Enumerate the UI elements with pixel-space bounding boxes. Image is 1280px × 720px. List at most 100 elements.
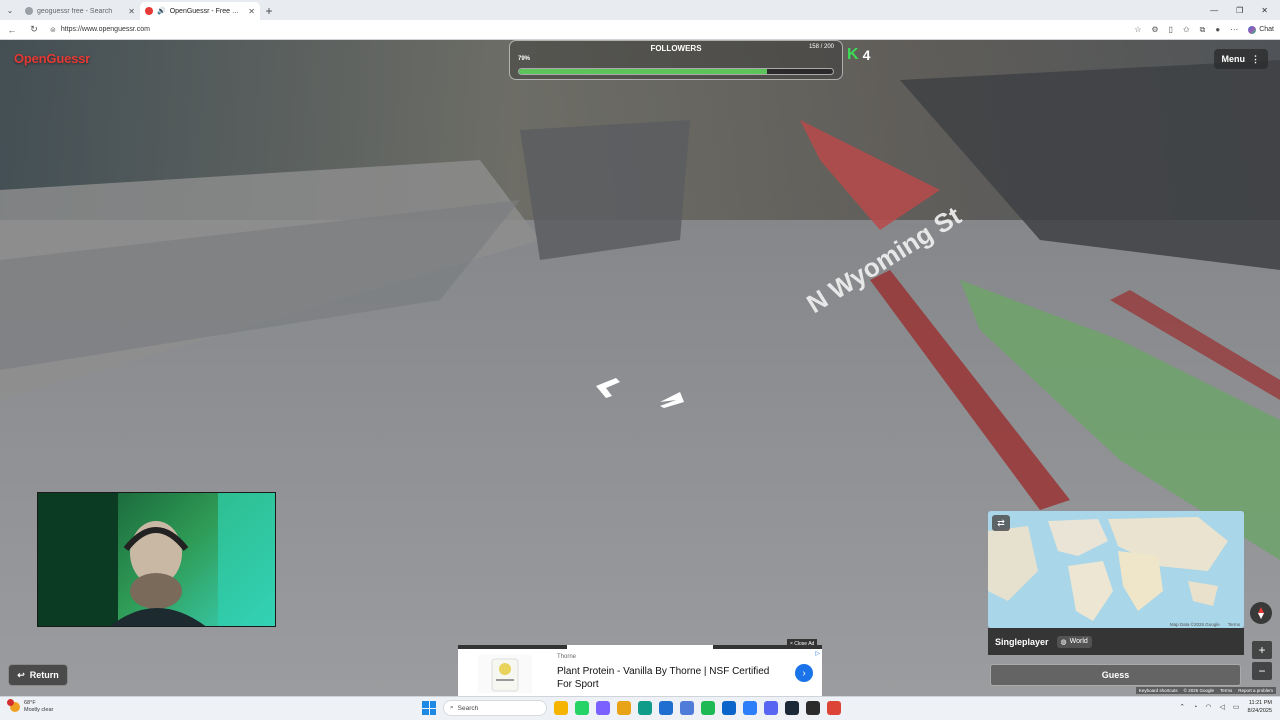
system-tray: ⌃ ◔ ◠ ◁ ▭ 11:21 PM 8/24/2025 — [1179, 699, 1272, 715]
taskbar-apps: ⌕ Search — [422, 700, 841, 716]
network-icon[interactable]: ◔ — [1193, 704, 1197, 711]
minimize-icon[interactable]: — — [1210, 6, 1218, 15]
globe-icon: ◍ — [1060, 638, 1067, 646]
url-field[interactable]: ⊜ https://www.openguessr.com — [50, 23, 1124, 37]
webcam-person-image — [38, 493, 275, 626]
kick-logo-icon: K — [847, 46, 859, 63]
clock-date: 8/24/2025 — [1247, 708, 1272, 714]
zoom-out-button[interactable]: − — [1252, 662, 1272, 680]
keyboard-shortcuts-link[interactable]: Keyboard shortcuts — [1139, 688, 1178, 693]
close-window-icon[interactable]: ✕ — [1261, 6, 1268, 15]
favorites-icon[interactable]: ✩ — [1183, 25, 1190, 34]
volume-icon[interactable]: ◁ — [1220, 703, 1225, 711]
expand-map-button[interactable]: ⇄ — [992, 515, 1010, 531]
back-icon[interactable]: ← — [6, 25, 18, 35]
ad-choices-icon[interactable]: ▷ — [815, 650, 820, 657]
openguessr-logo: OpenGuessr — [14, 51, 91, 66]
taskbar-search[interactable]: ⌕ Search — [443, 700, 547, 716]
streak-badge: K 4 — [847, 46, 870, 64]
start-button[interactable] — [422, 701, 436, 715]
weather-moon-icon — [7, 699, 20, 712]
game-viewport[interactable]: N Wyoming St OpenGuessr FOLLOWERS 79% 15… — [0, 40, 1280, 696]
favorite-star-icon[interactable]: ☆ — [1134, 25, 1141, 34]
map-terms-link[interactable]: Terms — [1228, 622, 1240, 627]
ad-title[interactable]: Plant Protein - Vanilla By Thorne | NSF … — [557, 665, 787, 691]
weather-temp: 68°F — [24, 700, 36, 706]
world-map-image — [988, 511, 1244, 628]
speaker-icon[interactable]: 🔊 — [157, 7, 166, 15]
weather-text: 68°F Mostly clear — [24, 700, 53, 714]
guess-map[interactable]: ⇄ Map Data ©2025 Google Terms — [988, 511, 1244, 628]
site-info-icon[interactable]: ⊜ — [50, 26, 56, 34]
map-data-label: Map Data ©2025 Google — [1169, 622, 1220, 627]
outlook-icon[interactable] — [722, 701, 736, 715]
tab-search[interactable]: geoguessr free - Search ✕ — [20, 2, 140, 20]
compass-icon[interactable] — [1250, 602, 1272, 624]
close-tab-icon[interactable]: ✕ — [128, 7, 135, 16]
extensions-icon[interactable]: ⚙ — [1151, 25, 1158, 34]
steam-icon[interactable] — [785, 701, 799, 715]
advertisement-banner[interactable]: Thorne Plant Protein - Vanilla By Thorne… — [458, 645, 822, 696]
tab-openguessr[interactable]: 🔊 OpenGuessr - Free GeoGuessr ✕ — [140, 2, 260, 20]
chat-label: Chat — [1259, 26, 1274, 33]
menu-label: Menu — [1221, 54, 1246, 64]
weather-widget[interactable]: 68°F Mostly clear — [7, 699, 53, 714]
folders-icon[interactable] — [617, 701, 631, 715]
notification-badge — [7, 699, 14, 706]
windows-taskbar: 68°F Mostly clear ⌕ Search ⌃ ◔ ◠ ◁ ▭ 11:… — [0, 696, 1280, 720]
clock-time: 11:21 PM — [1248, 700, 1272, 706]
copilot-icon[interactable] — [596, 701, 610, 715]
return-label: Return — [29, 670, 59, 680]
browser-toolbar: ☆ ⚙ ▯ ✩ ⧉ ● ⋯ Chat — [1134, 25, 1274, 35]
return-arrow-icon: ↩ — [17, 669, 25, 680]
tab-actions-menu-icon[interactable]: ⌄ — [0, 0, 20, 20]
copyright-label: © 2025 Google — [1183, 688, 1214, 693]
close-tab-icon[interactable]: ✕ — [248, 7, 255, 16]
calculator-icon[interactable] — [659, 701, 673, 715]
copilot-icon — [1248, 25, 1257, 34]
search-favicon-icon — [25, 7, 33, 15]
maximize-icon[interactable]: ❐ — [1236, 6, 1243, 15]
tab-title: geoguessr free - Search — [37, 7, 113, 15]
show-hidden-icons-icon[interactable]: ⌃ — [1179, 703, 1185, 711]
game-mode-label: Singleplayer — [995, 636, 1049, 647]
weather-desc: Mostly clear — [24, 707, 54, 713]
followers-count: 158 / 200 — [808, 44, 834, 50]
collections-icon[interactable]: ⧉ — [1200, 25, 1206, 35]
chat-button[interactable]: Chat — [1248, 25, 1274, 34]
openguessr-favicon-icon — [145, 7, 153, 15]
more-options-icon[interactable]: ⋯ — [1230, 25, 1238, 34]
edge-icon[interactable] — [638, 701, 652, 715]
file-explorer-icon[interactable] — [554, 701, 568, 715]
spotify-icon[interactable] — [701, 701, 715, 715]
terminal-icon[interactable] — [806, 701, 820, 715]
menu-button[interactable]: Menu ⋮ — [1213, 49, 1268, 69]
guess-button[interactable]: Guess — [990, 664, 1241, 686]
clock[interactable]: 11:21 PM 8/24/2025 — [1248, 699, 1272, 715]
store-icon[interactable] — [743, 701, 757, 715]
search-icon: ⌕ — [450, 704, 454, 711]
guess-label: Guess — [1101, 670, 1130, 680]
profile-avatar-icon[interactable]: ● — [1215, 25, 1220, 34]
window-controls: — ❐ ✕ — [1210, 0, 1280, 20]
webcam-overlay — [37, 492, 276, 627]
chrome-icon[interactable] — [827, 701, 841, 715]
report-problem-link[interactable]: Report a problem — [1238, 688, 1273, 693]
game-mode-bar: Singleplayer ◍ World — [988, 628, 1244, 655]
new-tab-button[interactable]: + — [260, 2, 278, 20]
split-screen-icon[interactable]: ▯ — [1169, 25, 1173, 34]
ad-top-strip — [458, 645, 822, 649]
notepad-icon[interactable] — [680, 701, 694, 715]
followers-progress-bar — [518, 68, 834, 75]
ad-product-image[interactable] — [478, 655, 532, 693]
refresh-icon[interactable]: ↻ — [28, 24, 40, 35]
zoom-in-button[interactable]: + — [1252, 641, 1272, 659]
wifi-icon[interactable]: ◠ — [1205, 703, 1211, 711]
terms-link[interactable]: Terms — [1220, 688, 1232, 693]
ad-open-icon[interactable]: › — [795, 664, 813, 682]
region-badge[interactable]: ◍ World — [1056, 635, 1092, 648]
whatsapp-icon[interactable] — [575, 701, 589, 715]
battery-icon[interactable]: ▭ — [1233, 703, 1240, 711]
discord-icon[interactable] — [764, 701, 778, 715]
return-button[interactable]: ↩ Return — [8, 664, 68, 686]
